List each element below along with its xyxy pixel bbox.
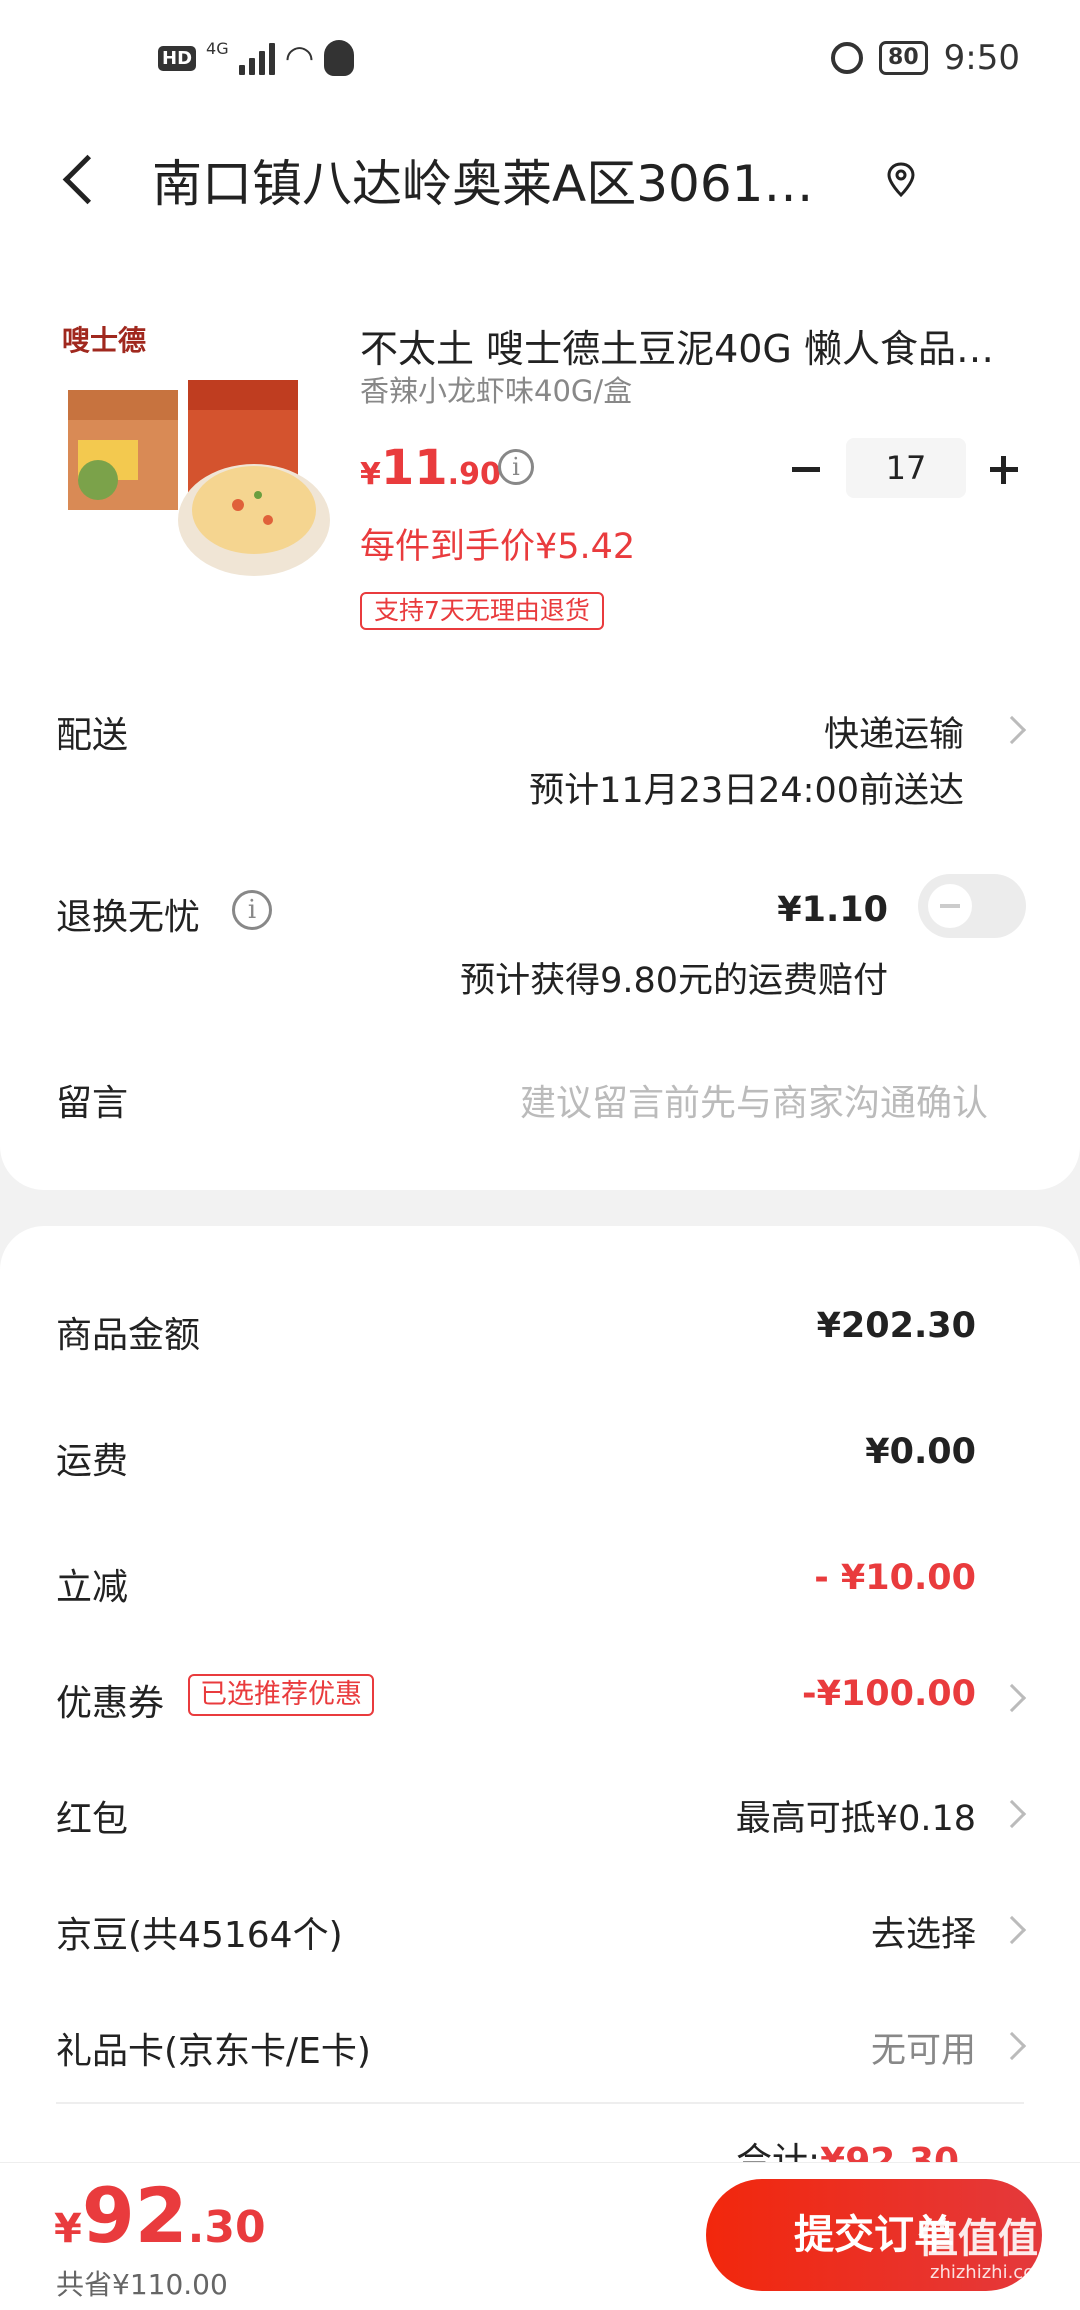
price-decimal: .90 — [447, 457, 501, 492]
shipping-value: ¥0.00 — [865, 1432, 976, 1472]
discount-label: 立减 — [56, 1567, 129, 1608]
goods-amount-value: ¥202.30 — [816, 1306, 976, 1346]
return-insurance-info-icon[interactable]: i — [232, 890, 272, 930]
red-packet-label: 红包 — [56, 1799, 129, 1840]
return-insurance-note: 预计获得9.80元的运费赔付 — [460, 961, 888, 1001]
gift-card-value[interactable]: 无可用 — [871, 2022, 976, 2073]
jingdou-label: 京豆(共45164个) — [56, 1915, 343, 1956]
delivery-eta: 预计11月23日24:00前送达 — [529, 771, 964, 811]
gift-card-label: 礼品卡(京东卡/E卡) — [56, 2031, 371, 2072]
delivery-method[interactable]: 快递运输 — [824, 706, 964, 757]
delivery-address[interactable]: 南口镇八达岭奥莱A区3061… — [152, 144, 872, 216]
discount-value: - ¥10.00 — [814, 1558, 976, 1598]
price-info-icon[interactable]: i — [498, 449, 534, 485]
delivery-label: 配送 — [56, 715, 129, 756]
location-icon[interactable] — [886, 162, 916, 198]
price-currency: ¥ — [360, 457, 381, 492]
coupon-value[interactable]: -¥100.00 — [802, 1674, 976, 1714]
status-right: 80 9:50 — [831, 38, 1020, 78]
jingdou-value[interactable]: 去选择 — [871, 1906, 976, 1957]
total-decimal: .30 — [187, 2202, 266, 2253]
order-total-price: ¥92.30 — [54, 2171, 266, 2260]
watermark-url: zhizhizhi.com — [930, 2262, 1052, 2283]
total-saved: 共省¥110.00 — [56, 2268, 228, 2301]
unit-price-note: 每件到手价¥5.42 — [360, 527, 636, 567]
header: 南口镇八达岭奥莱A区3061… — [0, 130, 1080, 230]
product-spec: 香辣小龙虾味40G/盒 — [360, 374, 633, 408]
return-insurance-label: 退换无忧 — [56, 897, 201, 938]
quantity-input[interactable]: 17 — [846, 438, 966, 498]
watermark-logo: 值值值 — [918, 2216, 1038, 2262]
brand-logo: 嗖士德 — [62, 324, 146, 357]
coupon-recommended-badge: 已选推荐优惠 — [188, 1674, 374, 1716]
total-integer: 92 — [81, 2171, 188, 2260]
clock: 9:50 — [943, 38, 1020, 78]
red-packet-value[interactable]: 最高可抵¥0.18 — [736, 1790, 976, 1841]
increase-quantity-button[interactable] — [984, 450, 1024, 490]
return-insurance-price: ¥1.10 — [777, 890, 888, 930]
network-type: 4G — [206, 38, 229, 58]
coupon-label: 优惠券 — [56, 1683, 165, 1724]
product-title[interactable]: 不太土 嗖士德土豆泥40G 懒人食品… — [360, 318, 1010, 373]
hd-icon: HD — [158, 45, 197, 71]
goods-amount-label: 商品金额 — [56, 1315, 201, 1356]
status-left: HD 4G ◠ — [158, 38, 355, 78]
price-integer: 11 — [380, 440, 448, 496]
battery-icon: 80 — [879, 41, 928, 75]
status-bar: HD 4G ◠ 80 9:50 — [0, 0, 1080, 120]
shipping-label: 运费 — [56, 1441, 129, 1482]
wifi-icon: ◠ — [284, 38, 315, 78]
product-image[interactable]: 嗖士德 — [58, 310, 330, 582]
back-button[interactable] — [50, 144, 110, 214]
signal-icon — [238, 41, 275, 75]
decrease-quantity-button[interactable] — [786, 450, 826, 490]
price-summary-card — [0, 1226, 1080, 2226]
product-price: ¥11.90 — [360, 440, 501, 496]
remark-label: 留言 — [56, 1083, 129, 1124]
remark-input[interactable]: 建议留言前先与商家沟通确认 — [520, 1074, 988, 1126]
return-policy-badge: 支持7天无理由退货 — [360, 592, 604, 630]
total-currency: ¥ — [54, 2206, 82, 2252]
alarm-icon — [831, 42, 864, 74]
return-insurance-toggle[interactable] — [918, 874, 1026, 938]
summary-divider — [56, 2102, 1024, 2104]
qq-icon — [324, 40, 355, 76]
